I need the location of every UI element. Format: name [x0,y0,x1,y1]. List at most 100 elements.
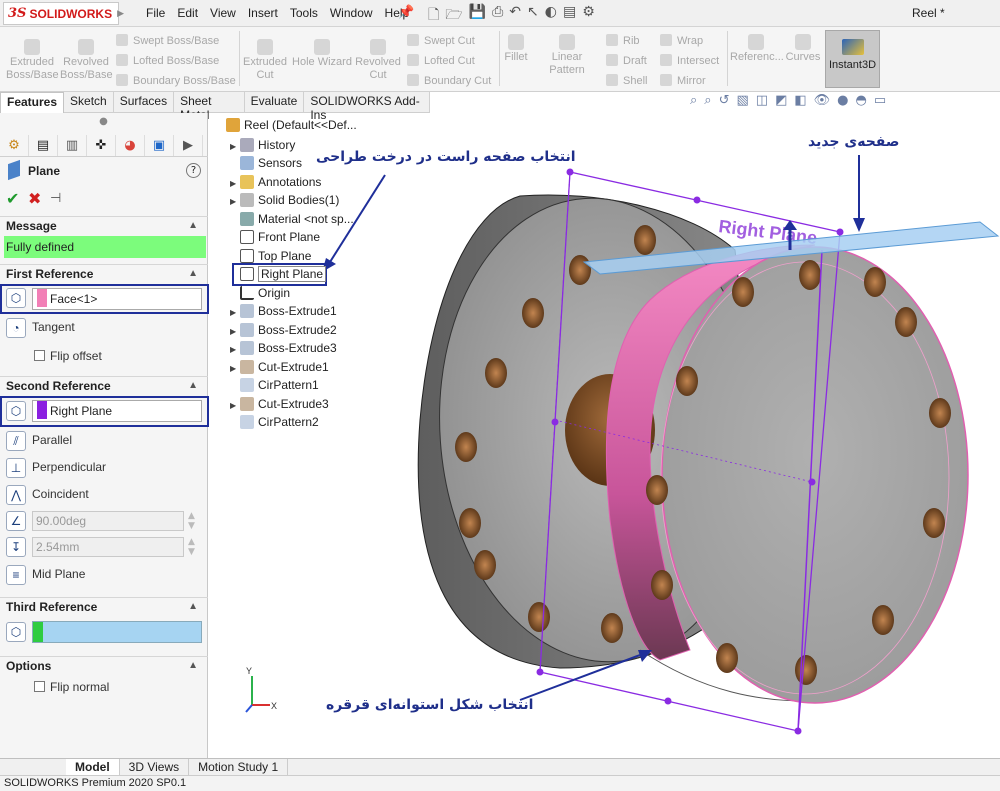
second-reference-header[interactable]: Second Reference ▲ [0,376,208,394]
print-icon[interactable]: ⎙ [492,4,503,28]
tree-item-solid-bodies[interactable]: ▶ Solid Bodies(1) [230,193,339,207]
swept-boss-button[interactable]: Swept Boss/Base [116,34,219,47]
flip-offset-checkbox[interactable]: Flip offset [34,349,102,363]
zoom-to-fit-icon[interactable]: ⌕ [690,93,697,108]
message-header[interactable]: Message ▲ [0,216,208,234]
hide-show-icon[interactable]: 👁 [814,93,831,108]
expand-arrow-icon[interactable]: ▶ [230,179,240,188]
expand-arrow-icon[interactable]: ▶ [230,327,240,336]
menu-insert[interactable]: Insert [242,6,284,20]
extruded-boss-button[interactable]: Extruded Boss/Base [6,39,59,82]
checkbox-box[interactable] [34,681,45,692]
scene-icon[interactable]: ◓ [856,93,867,108]
tab-motion-study[interactable]: Motion Study 1 [189,759,289,775]
menu-view[interactable]: View [204,6,242,20]
configuration-manager-icon[interactable]: ▥ [58,135,87,156]
save-icon[interactable]: 💾 [469,4,486,28]
tab-features[interactable]: Features [0,92,65,113]
logo-arrow-icon[interactable]: ▶ [117,9,124,19]
tree-item-cirpattern1[interactable]: CirPattern1 [230,378,319,392]
first-reference-field[interactable]: Face<1> [32,288,202,310]
boundary-cut-button[interactable]: Boundary Cut [407,74,491,87]
revolved-cut-button[interactable]: Revolved Cut [354,39,402,82]
checkbox-box[interactable] [34,350,45,361]
display-manager-icon[interactable]: ◕ [116,135,145,156]
menu-window[interactable]: Window [324,6,379,20]
collapse-caret-icon[interactable]: ▲ [188,265,198,283]
tab-evaluate[interactable]: Evaluate [245,92,305,113]
distance-spinner-icon[interactable]: ▲ ▼ [188,537,195,557]
fillet-button[interactable]: Fillet [502,34,530,64]
angle-option[interactable]: ∠ [6,511,32,531]
tree-item-history[interactable]: ▶ History [230,138,295,152]
help-icon[interactable]: ? [186,163,201,178]
tree-item-annotations[interactable]: ▶ Annotations [230,175,321,189]
tab-sheet-metal[interactable]: Sheet Metal [174,92,245,122]
linear-pattern-button[interactable]: Linear Pattern [533,34,601,77]
solidworks-logo[interactable]: 3S SOLIDWORKS ▶ [3,2,124,25]
third-reference-header[interactable]: Third Reference ▲ [0,597,208,615]
cancel-x-icon[interactable]: ✖ [28,189,41,208]
tree-item-origin[interactable]: Origin [230,286,290,300]
intersect-button[interactable]: Intersect [660,54,719,67]
menu-tools[interactable]: Tools [284,6,324,20]
open-file-icon[interactable]: 🗁 [445,4,462,28]
third-reference-field[interactable] [32,621,202,643]
curves-button[interactable]: Curves [784,34,822,64]
distance-input[interactable]: 2.54mm [32,537,184,557]
expand-arrow-icon[interactable]: ▶ [230,197,240,206]
extruded-cut-button[interactable]: Extruded Cut [242,39,288,82]
second-reference-field[interactable]: Right Plane [32,400,202,422]
tree-item-material[interactable]: Material <not sp... [230,212,354,226]
revolved-boss-button[interactable]: Revolved Boss/Base [60,39,113,82]
parallel-option[interactable]: ⫽ Parallel [6,431,72,451]
collapse-caret-icon[interactable]: ▲ [188,377,198,395]
dynamic-annotation-icon[interactable]: ◫ [756,93,768,108]
display-style-icon[interactable]: ◧ [794,93,806,108]
flip-normal-checkbox[interactable]: Flip normal [34,680,109,694]
tree-item-cut-extrude3[interactable]: ▶ Cut-Extrude3 [230,397,329,411]
undo-icon[interactable]: ↶ [509,4,521,28]
offset-distance-option[interactable]: ↧ [6,537,32,557]
tab-sketch[interactable]: Sketch [64,92,114,113]
lofted-boss-button[interactable]: Lofted Boss/Base [116,54,219,67]
new-file-icon[interactable]: 🗋 [428,4,439,28]
previous-view-icon[interactable]: ↺ [719,93,730,108]
tab-addins[interactable]: SOLIDWORKS Add-Ins [304,92,430,122]
pushpin-icon[interactable]: ⊣ [50,191,61,206]
mid-plane-option[interactable]: ≡ Mid Plane [6,565,85,585]
tab-surfaces[interactable]: Surfaces [114,92,175,113]
collapse-caret-icon[interactable]: ▲ [188,598,198,616]
reference-geometry-button[interactable]: Referenc... [730,34,784,64]
wrap-button[interactable]: Wrap [660,34,703,47]
shell-button[interactable]: Shell [606,74,647,87]
plane-tab-icon[interactable]: ▣ [145,135,174,156]
graphics-area[interactable]: Right Plane Y X [212,113,1000,758]
tree-item-boss-extrude1[interactable]: ▶ Boss-Extrude1 [230,304,337,318]
coincident-option[interactable]: ⋀ Coincident [6,485,89,505]
options-header[interactable]: Options ▲ [0,656,208,674]
tree-item-cut-extrude1[interactable]: ▶ Cut-Extrude1 [230,360,329,374]
tangent-option[interactable]: ◔ Tangent [6,318,75,338]
mirror-button[interactable]: Mirror [660,74,706,87]
first-reference-header[interactable]: First Reference ▲ [0,264,208,282]
panel-arrow-icon[interactable]: ▶ [174,135,203,156]
ok-check-icon[interactable]: ✔ [6,189,19,208]
tab-model[interactable]: Model [66,759,120,775]
zoom-area-icon[interactable]: ⌕ [704,93,711,108]
expand-arrow-icon[interactable]: ▶ [230,142,240,151]
collapse-caret-icon[interactable]: ▲ [188,657,198,675]
view-settings-icon[interactable]: ▭ [874,93,886,108]
lofted-cut-button[interactable]: Lofted Cut [407,54,475,67]
expand-arrow-icon[interactable]: ▶ [230,308,240,317]
draft-button[interactable]: Draft [606,54,647,67]
tree-item-boss-extrude2[interactable]: ▶ Boss-Extrude2 [230,323,337,337]
tree-item-cirpattern2[interactable]: CirPattern2 [230,415,319,429]
select-icon[interactable]: ↖ [527,4,539,28]
file-properties-icon[interactable]: ▤ [563,4,576,28]
tree-item-sensors[interactable]: Sensors [230,156,302,170]
expand-arrow-icon[interactable]: ▶ [230,345,240,354]
perpendicular-option[interactable]: ⊥ Perpendicular [6,458,106,478]
dimxpert-manager-icon[interactable]: ✜ [87,135,116,156]
tree-item-right-plane[interactable]: Right Plane [230,266,327,282]
